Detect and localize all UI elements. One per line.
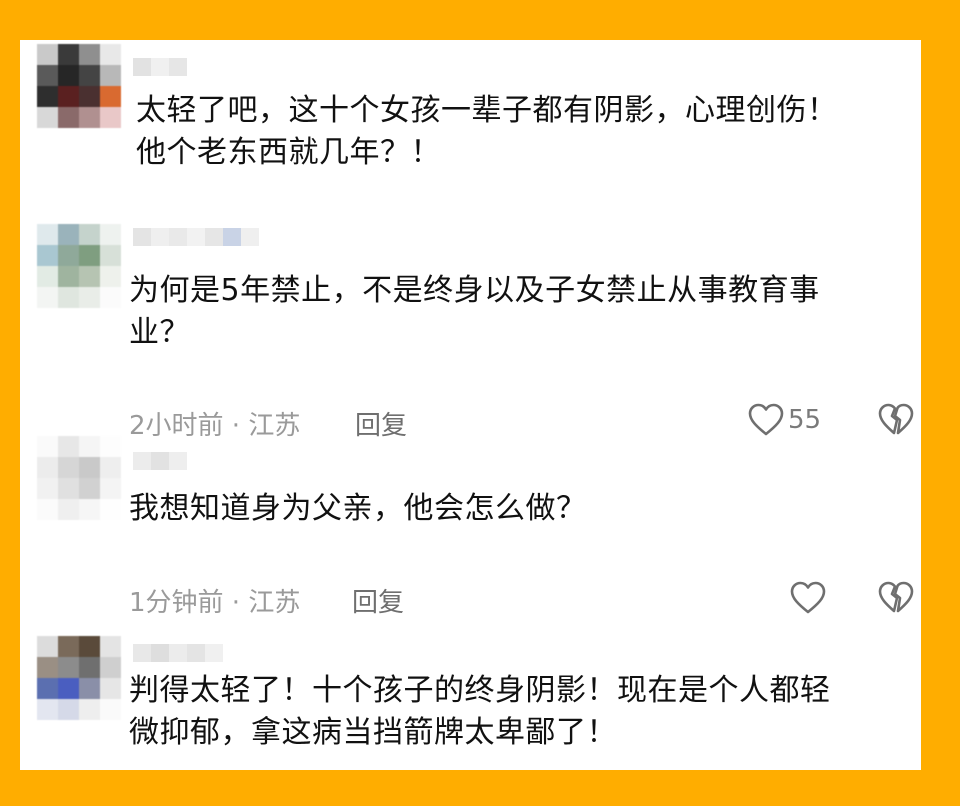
comment-text: 我想知道身为父亲，他会怎么做？: [129, 488, 587, 530]
comment-time-location: 1分钟前 · 江苏: [129, 588, 301, 618]
username[interactable]: [133, 58, 187, 76]
avatar[interactable]: [37, 636, 121, 720]
comment-text-line: 微抑郁，拿这病当挡箭牌太卑鄙了！: [129, 715, 617, 750]
comment-text-line: 他个老东西就几年？！: [136, 135, 441, 170]
avatar[interactable]: [37, 224, 121, 308]
comment-text-line: 判得太轻了！十个孩子的终身阴影！现在是个人都轻: [129, 673, 831, 708]
username[interactable]: [133, 228, 259, 246]
comment-text-line: 我想知道身为父亲，他会怎么做？: [129, 491, 587, 526]
comment-item: 太轻了吧，这十个女孩一辈子都有阴影，心理创伤！ 他个老东西就几年？！: [20, 40, 921, 190]
dislike-button[interactable]: [878, 581, 914, 619]
username[interactable]: [133, 452, 187, 470]
comment-text-line: 太轻了吧，这十个女孩一辈子都有阴影，心理创伤！: [136, 93, 838, 128]
heart-outline-icon: [790, 581, 826, 614]
comment-item: 判得太轻了！十个孩子的终身阴影！现在是个人都轻 微抑郁，拿这病当挡箭牌太卑鄙了！: [20, 632, 921, 770]
comment-item: 我想知道身为父亲，他会怎么做？ 1分钟前 · 江苏 回复: [20, 432, 921, 618]
comment-text: 判得太轻了！十个孩子的终身阴影！现在是个人都轻 微抑郁，拿这病当挡箭牌太卑鄙了！: [129, 670, 831, 754]
broken-heart-icon: [878, 581, 914, 613]
like-button[interactable]: [790, 581, 826, 615]
reply-button[interactable]: 回复: [352, 582, 404, 619]
username[interactable]: [133, 644, 223, 662]
comment-text: 为何是5年禁止，不是终身以及子女禁止从事教育事 业？: [129, 270, 820, 354]
comment-text-line: 业？: [129, 315, 190, 350]
comment-text-line: 为何是5年禁止，不是终身以及子女禁止从事教育事: [129, 273, 820, 308]
comment-text: 太轻了吧，这十个女孩一辈子都有阴影，心理创伤！ 他个老东西就几年？！: [136, 90, 838, 174]
comment-list: 太轻了吧，这十个女孩一辈子都有阴影，心理创伤！ 他个老东西就几年？！ 为何是5年…: [20, 40, 921, 770]
avatar[interactable]: [37, 436, 121, 520]
like-count: 55: [788, 405, 822, 435]
avatar[interactable]: [37, 44, 121, 128]
comment-item: 为何是5年禁止，不是终身以及子女禁止从事教育事 业？ 2小时前 · 江苏 回复 …: [20, 220, 921, 441]
